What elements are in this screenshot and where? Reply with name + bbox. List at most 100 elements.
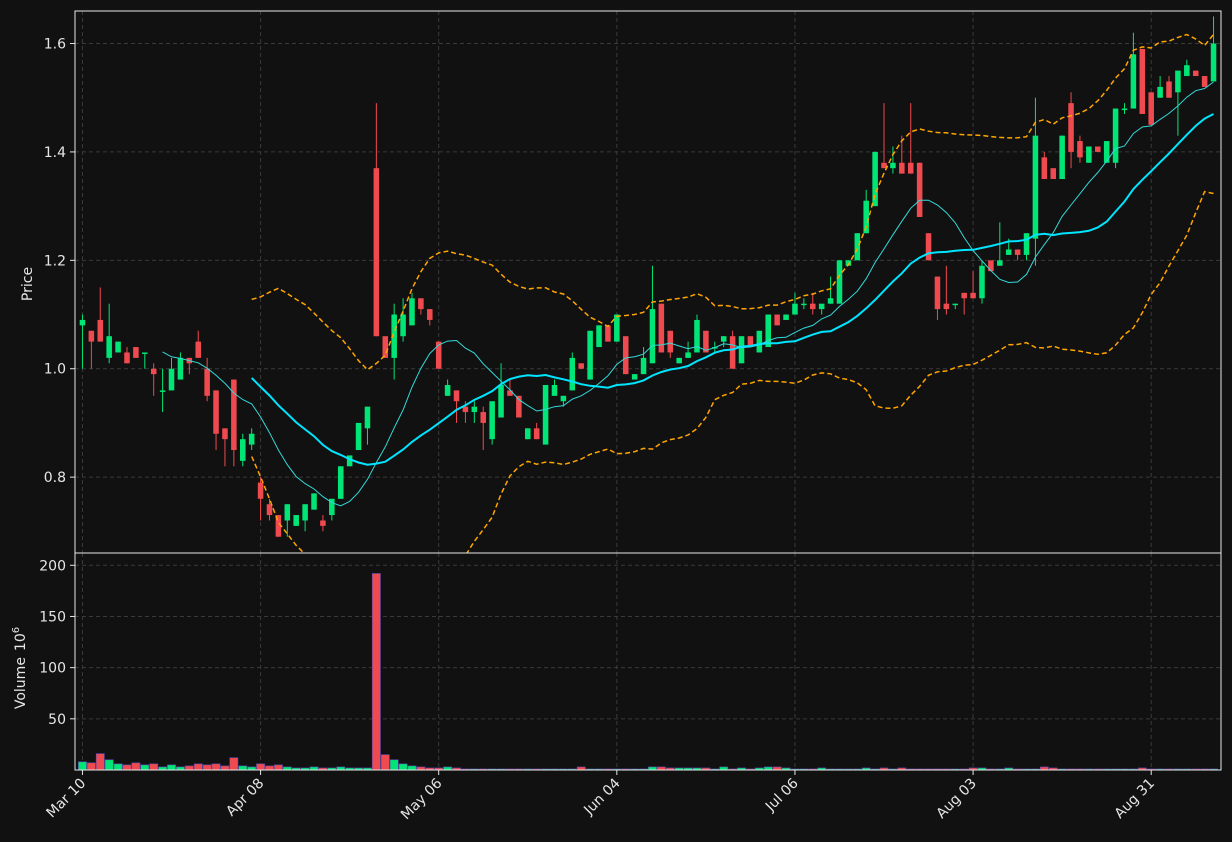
candle-body-down — [1041, 157, 1048, 180]
candle-body-up — [569, 357, 576, 391]
candle-body-down — [605, 325, 611, 342]
candle-body-down — [988, 260, 994, 272]
candle-body-up — [1103, 141, 1110, 163]
candle-body-down — [1068, 103, 1074, 152]
candle-body-up — [364, 406, 371, 429]
candle-body-up — [293, 515, 299, 526]
candle-body-up — [720, 336, 727, 342]
volume-bar-down — [256, 763, 265, 770]
candle-body-up — [783, 314, 789, 320]
candle-body-down — [622, 336, 629, 375]
candle-body-up — [997, 260, 1003, 266]
candle-body-up — [1032, 135, 1039, 239]
candle-body-down — [320, 520, 326, 526]
candle-body-down — [88, 330, 95, 342]
candle-body-down — [899, 162, 905, 174]
price-tick-label: 1.4 — [44, 145, 66, 161]
candle-body-up — [596, 325, 602, 348]
volume-axis-exponent-base: 10 — [13, 633, 29, 651]
candle-body-up — [525, 428, 531, 440]
volume-bar-down — [211, 763, 221, 770]
candle-body-up — [337, 466, 344, 499]
candle-body-up — [1210, 43, 1217, 82]
candle-body-up — [979, 265, 985, 299]
candle-body-up — [676, 357, 682, 364]
candle-body-down — [150, 368, 157, 375]
candle-body-up — [551, 384, 558, 396]
candle-body-down — [266, 504, 273, 516]
candle-body-down — [1139, 48, 1146, 114]
volume-bar-down — [202, 764, 212, 770]
candle-body-up — [142, 352, 148, 354]
candle-body-up — [355, 422, 362, 451]
candle-body-down — [427, 309, 433, 320]
candle-body-up — [409, 298, 415, 326]
candle-body-down — [925, 233, 932, 261]
candle-body-up — [631, 374, 638, 380]
volume-bar-down — [131, 762, 141, 770]
candle-body-up — [1112, 108, 1119, 163]
candle-body-down — [1166, 81, 1172, 98]
candle-body-down — [222, 428, 228, 440]
volume-bar-down — [371, 573, 381, 770]
candle-body-down — [1050, 168, 1056, 180]
candle-body-up — [1121, 108, 1128, 111]
candle-body-down — [1201, 76, 1208, 87]
candle-body-down — [1192, 70, 1199, 77]
volume-tick-label: 50 — [48, 712, 66, 728]
candle-body-down — [578, 363, 584, 369]
volume-bar-up — [238, 765, 248, 770]
candle-body-down — [257, 482, 264, 499]
volume-bar-down — [149, 763, 159, 770]
price-tick-label: 1.2 — [44, 253, 66, 269]
candle-body-down — [943, 303, 950, 310]
candle-body-up — [854, 233, 861, 261]
candle-body-down — [1014, 249, 1021, 255]
candle-body-down — [729, 336, 736, 369]
candle-body-up — [801, 303, 807, 306]
volume-axis-label-text: Volume — [13, 657, 29, 709]
candle-body-down — [970, 292, 976, 299]
volume-axis-label: Volume 106 — [11, 627, 29, 709]
volume-axis-exponent-power: 6 — [11, 627, 22, 633]
candle-body-up — [640, 357, 647, 375]
candle-body-down — [124, 352, 130, 364]
candle-body-up — [952, 303, 959, 306]
candle-body-down — [462, 406, 469, 413]
candle-body-down — [907, 162, 914, 174]
candle-body-down — [961, 292, 967, 299]
candle-body-down — [480, 412, 486, 423]
candle-body-up — [1130, 54, 1137, 109]
candle-body-up — [560, 395, 567, 402]
candle-body-up — [542, 384, 549, 445]
volume-bar-up — [167, 764, 176, 770]
candle-body-up — [248, 433, 255, 445]
candle-body-up — [498, 384, 504, 418]
candle-body-up — [827, 298, 834, 304]
volume-bar-down — [193, 763, 203, 770]
candle-body-up — [756, 330, 763, 353]
candle-body-down — [667, 330, 674, 353]
candle-body-up — [79, 319, 86, 326]
volume-bar-down — [265, 765, 274, 770]
candle-body-up — [168, 368, 175, 391]
candle-body-up — [115, 341, 121, 353]
candle-body-up — [587, 330, 593, 380]
candle-body-up — [400, 314, 406, 337]
candle-body-up — [792, 303, 798, 315]
candle-body-down — [195, 341, 201, 358]
candle-body-up — [1023, 233, 1030, 255]
candle-body-down — [934, 276, 941, 310]
candle-body-down — [373, 168, 380, 337]
candle-body-up — [1175, 70, 1181, 93]
volume-bar-up — [140, 764, 150, 770]
candle-body-down — [1148, 92, 1154, 125]
volume-bar-down — [86, 762, 96, 770]
price-tick-label: 1.6 — [44, 37, 66, 53]
volume-bar-up — [407, 765, 417, 770]
candle-body-up — [284, 504, 291, 521]
candle-body-down — [507, 390, 513, 396]
price-tick-label: 1.0 — [44, 362, 66, 378]
candle-body-down — [231, 379, 237, 451]
candle-body-up — [1157, 86, 1163, 98]
